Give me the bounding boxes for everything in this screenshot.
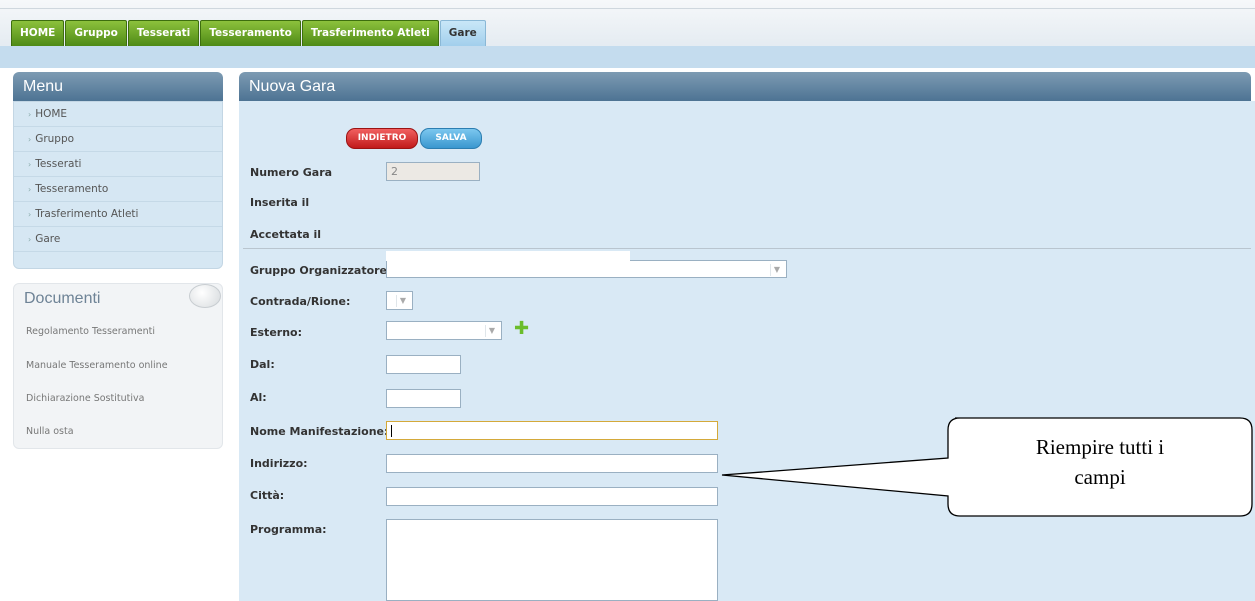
callout-line-1: Riempire tutti i: [1035, 435, 1165, 459]
callout-bubble: [721, 417, 1253, 517]
callout-line-2: campi: [1074, 465, 1126, 489]
callout-text: Riempire tutti i campi: [950, 432, 1250, 492]
